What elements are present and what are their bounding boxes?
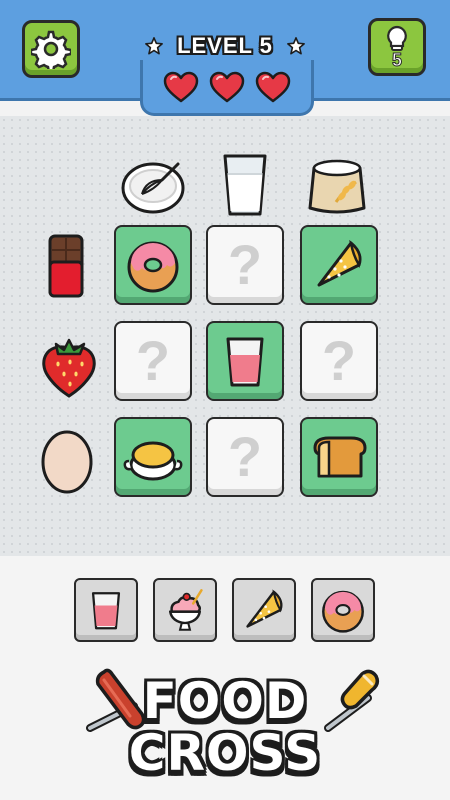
unknown-cell-mark: ? bbox=[321, 329, 357, 392]
lives-panel bbox=[140, 60, 314, 116]
donut-icon bbox=[127, 241, 179, 293]
tray-item-donut[interactable] bbox=[311, 578, 375, 642]
grid-cell-r3-c3[interactable] bbox=[300, 417, 378, 497]
grid-cell-r1-c1[interactable] bbox=[114, 225, 192, 305]
tray-item-ice-cream[interactable] bbox=[153, 578, 217, 642]
grid-cell-r3-c1[interactable] bbox=[114, 417, 192, 497]
grid-cell-r3-c2[interactable]: ? bbox=[206, 417, 284, 497]
crepe-icon bbox=[246, 589, 283, 628]
tray-item-strawberry-milk[interactable] bbox=[74, 578, 138, 642]
hint-count: 5 bbox=[391, 50, 402, 70]
strawberry-milk-icon bbox=[91, 592, 121, 630]
grid-cell-r1-c3[interactable] bbox=[300, 225, 378, 305]
egg-icon bbox=[41, 430, 93, 494]
unknown-cell-mark: ? bbox=[227, 425, 263, 488]
flour-sack-icon bbox=[308, 159, 366, 214]
heart-icon bbox=[255, 71, 291, 102]
lightbulb-icon bbox=[387, 25, 407, 51]
heart-icon bbox=[209, 71, 245, 102]
grid-cell-r1-c2[interactable]: ? bbox=[206, 225, 284, 305]
heart-icon bbox=[163, 71, 199, 102]
custard-pot-icon bbox=[123, 441, 183, 481]
unknown-cell-mark: ? bbox=[227, 233, 263, 296]
grid-cell-r2-c3[interactable]: ? bbox=[300, 321, 378, 401]
level-title: LEVEL 5 bbox=[177, 33, 273, 58]
strawberry-milk-icon bbox=[226, 337, 264, 387]
logo-word-cross: CROSS bbox=[128, 724, 322, 782]
strawberry-ice-cream-icon bbox=[168, 589, 203, 631]
whisk-bowl-icon bbox=[121, 162, 185, 214]
bread-loaf-icon bbox=[313, 436, 367, 478]
hint-button[interactable]: 5 bbox=[368, 18, 426, 76]
unknown-cell-mark: ? bbox=[135, 329, 171, 392]
star-icon bbox=[145, 37, 163, 55]
strawberry-icon bbox=[42, 338, 96, 398]
grid-cell-r2-c2[interactable] bbox=[206, 321, 284, 401]
donut-icon bbox=[322, 590, 364, 633]
crepe-icon bbox=[317, 239, 362, 287]
logo-word-food: FOOD bbox=[142, 672, 308, 730]
chocolate-bar-icon bbox=[48, 234, 84, 298]
game-logo: FOOD CROSS bbox=[60, 662, 390, 790]
star-icon bbox=[287, 37, 305, 55]
milk-glass-icon bbox=[223, 154, 267, 216]
tray-item-crepe[interactable] bbox=[232, 578, 296, 642]
grid-cell-r2-c1[interactable]: ? bbox=[114, 321, 192, 401]
